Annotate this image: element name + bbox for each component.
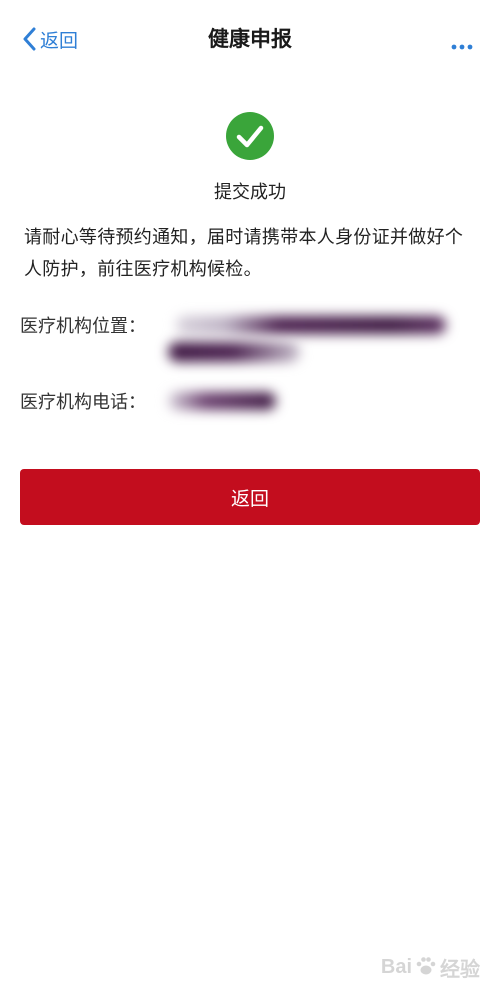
status-text: 提交成功 [214, 182, 286, 203]
nav-bar: 返回 健康申报 [0, 0, 500, 80]
check-circle-icon [226, 112, 274, 160]
phone-value-redacted [168, 392, 276, 410]
paw-icon [415, 955, 437, 981]
baidu-jingyan-watermark: Bai 经验 [381, 953, 480, 982]
location-value-redacted-line2 [168, 342, 300, 362]
location-label: 医疗机构位置： [20, 316, 146, 337]
watermark-left: Bai [380, 956, 412, 978]
watermark-right: 经验 [440, 959, 480, 981]
notice-text: 请耐心等待预约通知，届时请携带本人身份证并做好个人防护，前往医疗机构候检。 [24, 227, 464, 280]
phone-label: 医疗机构电话： [20, 392, 146, 413]
page-title: 健康申报 [208, 27, 292, 51]
more-horizontal-icon[interactable] [450, 36, 474, 50]
return-button[interactable]: 返回 [20, 469, 480, 525]
location-value-redacted [176, 316, 446, 334]
page: 返回 健康申报 提交成功 请耐心等待预约通知，届时请携带本人身份证并做好个人防护… [0, 0, 500, 1000]
return-button-label: 返回 [230, 487, 269, 510]
